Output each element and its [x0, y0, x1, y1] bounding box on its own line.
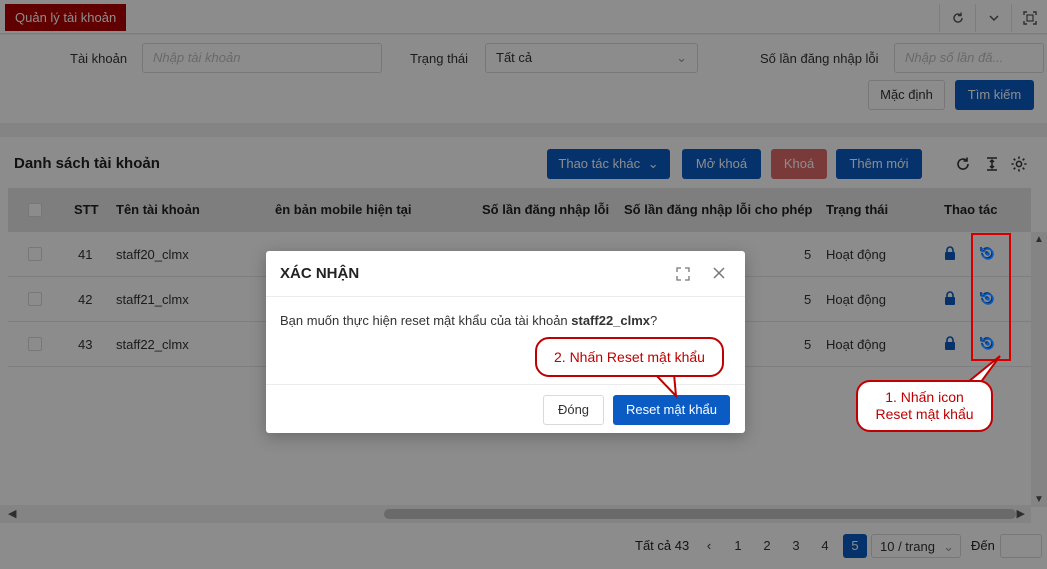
- annotation-step-2: 2. Nhấn Reset mật khẩu: [535, 337, 724, 377]
- reset-password-icon[interactable]: [980, 336, 996, 355]
- modal-title: XÁC NHẬN: [280, 265, 360, 282]
- modal-divider: [266, 296, 745, 297]
- annotation-step-1-line1: 1. Nhấn icon: [885, 389, 964, 405]
- modal-message: Bạn muốn thực hiện reset mật khẩu của tà…: [280, 313, 657, 328]
- message-text: Bạn muốn thực hiện reset mật khẩu của tà…: [280, 313, 572, 328]
- modal-divider: [266, 384, 745, 385]
- annotation-step-1-line2: Reset mật khẩu: [875, 406, 974, 422]
- reset-password-icon[interactable]: [980, 291, 996, 310]
- close-icon[interactable]: [712, 266, 726, 283]
- message-account: staff22_clmx: [571, 313, 651, 328]
- reset-password-icon[interactable]: [980, 246, 996, 265]
- reset-password-button[interactable]: Reset mật khẩu: [613, 395, 730, 425]
- close-button[interactable]: Đóng: [543, 395, 604, 425]
- expand-icon[interactable]: [676, 267, 690, 284]
- annotation-step-1: 1. Nhấn icon Reset mật khẩu: [856, 380, 993, 432]
- message-suffix: ?: [650, 313, 658, 328]
